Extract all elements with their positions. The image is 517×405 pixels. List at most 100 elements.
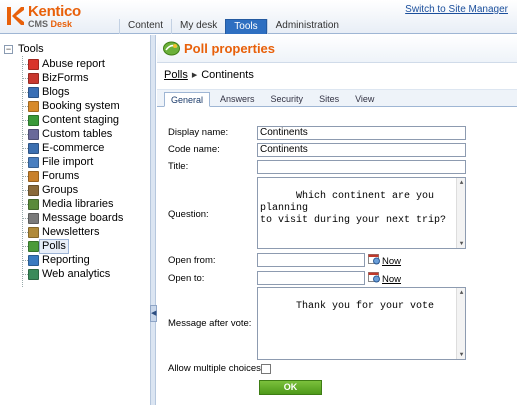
content-staging-icon [28,114,39,126]
tree-item-content-staging[interactable]: Content staging [22,113,123,127]
tree-item-label: Newsletters [42,225,100,238]
display-name-label: Display name: [168,127,229,138]
tree-item-label: Content staging [42,113,120,126]
tree-item-newsletters[interactable]: Newsletters [22,225,123,239]
tree-root-label: Tools [18,43,44,55]
groups-icon [28,184,39,196]
kentico-logo-icon [7,7,24,25]
tree-item-label: BizForms [42,71,89,84]
top-tab-content[interactable]: Content [119,19,171,34]
allow-multiple-choices-checkbox[interactable] [261,364,271,374]
top-tab-tools[interactable]: Tools [225,19,267,34]
code-name-label: Code name: [168,144,220,155]
tree-item-reporting[interactable]: Reporting [22,253,123,267]
tree-items: Abuse report BizForms Blogs Booking system C… [22,57,123,281]
tree-item-e-commerce[interactable]: E-commerce [22,141,123,155]
open-to-now-link[interactable]: Now [382,274,401,285]
tree-item-label: File import [42,155,94,168]
tree-item-forums[interactable]: Forums [22,169,123,183]
collapse-panel-arrow-icon[interactable]: ◀ [150,305,157,322]
open-from-label: Open from: [168,255,216,266]
code-name-field[interactable]: Continents [257,143,466,157]
tab-view[interactable]: View [349,92,380,107]
breadcrumb-arrow-icon: ▶ [191,72,198,79]
logo-word: Kentico [28,3,81,20]
tree-item-polls[interactable]: Polls [22,238,123,254]
display-name-field[interactable]: Continents [257,126,466,140]
app-header: Kentico CMS Desk Switch to Site Manager … [0,0,517,34]
web-analytics-icon [28,268,39,280]
breadcrumb-polls-link[interactable]: Polls [164,69,188,81]
tree-item-label: Groups [42,183,79,196]
tab-answers[interactable]: Answers [214,92,261,107]
custom-tables-icon [28,128,39,140]
switch-to-site-manager-link[interactable]: Switch to Site Manager [405,4,508,15]
tree-item-label: Reporting [42,253,90,266]
tools-tree: − Tools Abuse report BizForms Blogs Booking… [0,35,151,405]
tree-item-blogs[interactable]: Blogs [22,85,123,99]
message-after-vote-text: Thank you for your vote [296,301,435,312]
calendar-icon[interactable] [368,253,380,265]
tree-item-label: Polls [39,238,69,254]
message-after-vote-textarea[interactable]: Thank you for your vote ▲ ▼ [257,287,466,360]
title-field[interactable] [257,160,466,174]
tree-item-label: Web analytics [42,267,111,280]
breadcrumb-current: Continents [201,69,254,81]
tree-item-label: Custom tables [42,127,113,140]
blogs-icon [28,86,39,98]
open-from-now-link[interactable]: Now [382,256,401,267]
tree-item-file-import[interactable]: File import [22,155,123,169]
calendar-icon[interactable] [368,271,380,283]
tree-item-label: Blogs [42,85,70,98]
open-to-label: Open to: [168,273,205,284]
collapse-minus-icon[interactable]: − [4,44,13,54]
tree-item-booking-system[interactable]: Booking system [22,99,123,113]
tree-item-bizforms[interactable]: BizForms [22,71,123,85]
subtabs-bar: General Answers Security Sites View [157,89,517,107]
open-to-field[interactable] [257,271,365,285]
scroll-up-icon[interactable]: ▲ [458,179,465,186]
message-after-vote-label: Message after vote: [168,318,252,329]
top-tab-administration[interactable]: Administration [266,19,347,34]
bizforms-icon [28,72,39,84]
message-scrollbar[interactable]: ▲ ▼ [456,288,465,359]
tree-item-label: E-commerce [42,141,105,154]
tree-item-groups[interactable]: Groups [22,183,123,197]
tree-root-tools[interactable]: − Tools [4,42,44,56]
top-tabs: Content My desk Tools Administration [119,19,347,34]
kentico-logo[interactable]: Kentico CMS Desk [6,3,126,31]
tree-item-label: Booking system [42,99,120,112]
tree-item-label: Abuse report [42,57,105,70]
scroll-down-icon[interactable]: ▼ [458,240,465,247]
question-text: Which continent are you planning to visi… [260,191,447,226]
tab-sites[interactable]: Sites [313,92,345,107]
open-from-field[interactable] [257,253,365,267]
top-tab-my-desk[interactable]: My desk [171,19,225,34]
scroll-down-icon[interactable]: ▼ [458,351,465,358]
subtabs: General Answers Security Sites View [164,92,384,107]
tab-security[interactable]: Security [265,92,310,107]
message-boards-icon [28,212,39,224]
ok-button[interactable]: OK [259,380,322,395]
question-scrollbar[interactable]: ▲ ▼ [456,178,465,248]
abuse-report-icon [28,58,39,70]
tree-item-custom-tables[interactable]: Custom tables [22,127,123,141]
tab-general[interactable]: General [164,92,211,107]
file-import-icon [28,156,39,168]
allow-multiple-choices-label: Allow multiple choices: [168,363,264,374]
tree-item-label: Media libraries [42,197,114,210]
main-panel: Poll properties Polls ▶ Continents Gener… [157,35,517,405]
title-label: Title: [168,161,189,172]
scroll-up-icon[interactable]: ▲ [458,289,465,296]
polls-icon [163,41,180,56]
tree-item-abuse-report[interactable]: Abuse report [22,57,123,71]
newsletters-icon [28,226,39,238]
page-title: Poll properties [184,41,276,56]
breadcrumb: Polls ▶ Continents [164,68,254,82]
tree-item-message-boards[interactable]: Message boards [22,211,123,225]
tree-item-media-libraries[interactable]: Media libraries [22,197,123,211]
question-textarea[interactable]: Which continent are you planning to visi… [257,177,466,249]
panel-splitter[interactable] [151,35,156,405]
forums-icon [28,170,39,182]
tree-item-web-analytics[interactable]: Web analytics [22,267,123,281]
